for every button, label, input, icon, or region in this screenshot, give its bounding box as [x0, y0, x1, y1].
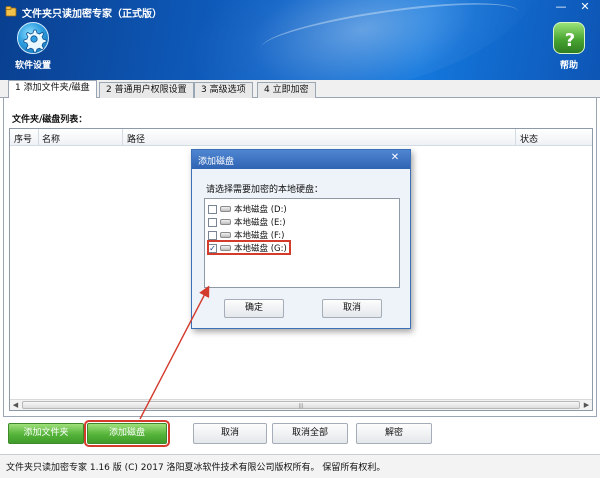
- settings-label: 软件设置: [14, 61, 51, 71]
- close-button[interactable]: ✕: [574, 0, 596, 16]
- drive-checkbox-d[interactable]: [208, 204, 217, 214]
- help-button[interactable]: ? 帮助: [546, 22, 592, 71]
- disk-icon: [220, 219, 231, 225]
- grip-icon: |||: [298, 403, 304, 409]
- decrypt-button[interactable]: 解密: [356, 423, 432, 444]
- help-icon: ?: [553, 22, 585, 54]
- app-icon: [5, 6, 17, 17]
- header-banner: 文件夹只读加密专家（正式版） — ✕ 软件设置 ? 帮助: [0, 0, 600, 80]
- list-header: 序号 名称 路径 状态: [10, 129, 592, 146]
- column-status[interactable]: 状态: [520, 132, 538, 145]
- horizontal-scrollbar[interactable]: ◀ ||| ▶: [10, 399, 592, 410]
- minimize-button[interactable]: —: [550, 0, 572, 16]
- dialog-title: 添加磁盘: [192, 150, 410, 169]
- dialog-close-icon[interactable]: ✕: [386, 151, 404, 165]
- drive-label: 本地磁盘 (D:): [234, 205, 287, 215]
- help-label: 帮助: [559, 61, 578, 71]
- add-folder-button[interactable]: 添加文件夹: [8, 423, 84, 444]
- add-disk-button[interactable]: 添加磁盘: [84, 420, 170, 447]
- cancel-button[interactable]: 取消: [193, 423, 267, 444]
- window-controls: — ✕: [550, 0, 596, 16]
- drive-item-e[interactable]: 本地磁盘 (E:): [208, 216, 286, 228]
- column-name[interactable]: 名称: [42, 132, 60, 145]
- selection-highlight: [207, 240, 291, 255]
- svg-text:?: ?: [565, 30, 575, 51]
- tab-user-permissions[interactable]: 2 普通用户权限设置: [99, 82, 194, 98]
- dialog-cancel-button[interactable]: 取消: [322, 299, 382, 318]
- dialog-ok-button[interactable]: 确定: [224, 299, 284, 318]
- scroll-left-icon[interactable]: ◀: [10, 400, 21, 410]
- drive-item-d[interactable]: 本地磁盘 (D:): [208, 203, 287, 215]
- drive-checkbox-f[interactable]: [208, 230, 217, 240]
- add-disk-dialog: 添加磁盘 ✕ 请选择需要加密的本地硬盘： 本地磁盘 (D:) 本地磁盘 (E:)…: [191, 149, 411, 329]
- list-section-label: 文件夹/磁盘列表：: [12, 115, 88, 125]
- scrollbar-thumb[interactable]: |||: [22, 401, 580, 409]
- status-bar: 文件夹只读加密专家 1.16 版 (C) 2017 洛阳夏冰软件技术有限公司版权…: [0, 454, 600, 478]
- disk-icon: [220, 206, 231, 212]
- cancel-all-button[interactable]: 取消全部: [272, 423, 348, 444]
- tab-advanced-options[interactable]: 3 高级选项: [194, 82, 253, 98]
- app-window: 文件夹只读加密专家（正式版） — ✕ 软件设置 ? 帮助 1 添加文件夹/磁盘 …: [0, 0, 600, 478]
- drive-label: 本地磁盘 (E:): [234, 218, 286, 228]
- column-path[interactable]: 路径: [127, 132, 145, 145]
- tab-encrypt-now[interactable]: 4 立即加密: [257, 82, 316, 98]
- tab-add-folder-disk[interactable]: 1 添加文件夹/磁盘: [8, 80, 97, 99]
- drive-checkbox-e[interactable]: [208, 217, 217, 227]
- drive-list[interactable]: 本地磁盘 (D:) 本地磁盘 (E:) 本地磁盘 (F:) ✓ 本地磁盘 (G:…: [204, 198, 400, 288]
- dialog-prompt: 请选择需要加密的本地硬盘：: [206, 185, 324, 195]
- column-index[interactable]: 序号: [14, 132, 32, 145]
- tab-strip: 1 添加文件夹/磁盘 2 普通用户权限设置 3 高级选项 4 立即加密: [0, 80, 600, 99]
- scroll-right-icon[interactable]: ▶: [581, 400, 592, 410]
- gear-icon: [17, 22, 49, 54]
- window-title: 文件夹只读加密专家（正式版）: [22, 9, 162, 20]
- disk-icon: [220, 232, 231, 238]
- settings-button[interactable]: 软件设置: [10, 22, 56, 71]
